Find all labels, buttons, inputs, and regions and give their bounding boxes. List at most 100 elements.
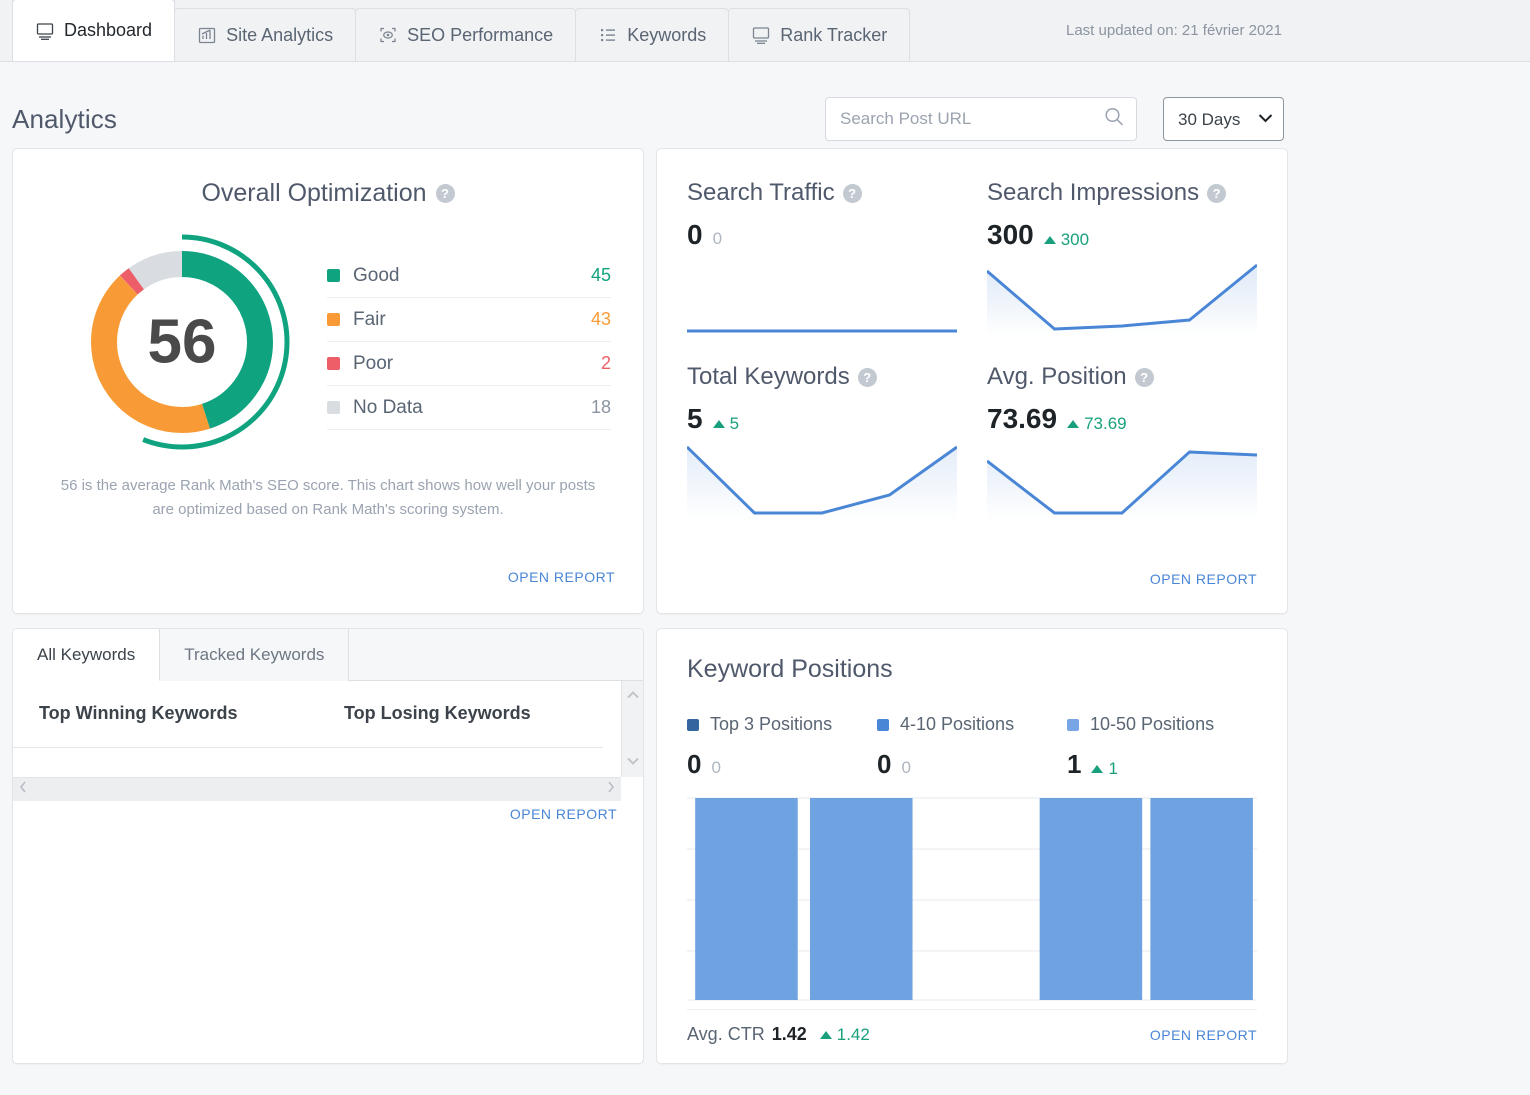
help-icon[interactable]: ? xyxy=(435,184,455,203)
legend-row-poor: Poor 2 xyxy=(327,342,611,386)
help-icon[interactable]: ? xyxy=(1207,183,1227,203)
sparkline-search-traffic xyxy=(687,259,957,337)
legend-4-10-positions: 4-10 Positions xyxy=(877,714,1067,735)
horizontal-scrollbar[interactable] xyxy=(13,777,621,801)
stat-numbers: 0 0 xyxy=(687,219,957,251)
avg-ctr-label: Avg. CTR xyxy=(687,1024,765,1044)
stat-label-wrap: Search Impressions ? xyxy=(987,179,1257,207)
legend-swatch-10-50 xyxy=(1067,718,1079,731)
help-icon[interactable]: ? xyxy=(857,367,877,387)
tab-dashboard[interactable]: Dashboard xyxy=(12,0,176,61)
last-updated-text: Last updated on: 21 février 2021 xyxy=(1066,22,1282,39)
keyword-positions-title: Keyword Positions xyxy=(687,655,893,683)
legend-row-fair: Fair 43 xyxy=(327,298,611,342)
optimization-donut-svg: 56 xyxy=(74,234,290,450)
search-stats-card: Search Traffic ? 0 0 Search Impressions … xyxy=(656,148,1288,614)
legend-swatch-poor xyxy=(327,357,340,370)
value-10-50-positions: 1 1 xyxy=(1067,749,1257,780)
stat-avg-position: Avg. Position ? 73.69 73.69 xyxy=(987,361,1257,521)
stats-grid: Search Traffic ? 0 0 Search Impressions … xyxy=(687,177,1257,521)
kp-value: 0 xyxy=(687,749,702,779)
stat-label-wrap: Avg. Position ? xyxy=(987,363,1257,391)
stat-numbers: 5 5 xyxy=(687,403,957,435)
legend-label: 10-50 Positions xyxy=(1090,714,1215,734)
open-report-link-optimization[interactable]: OPEN REPORT xyxy=(508,569,615,585)
tab-label: Keywords xyxy=(627,24,707,45)
legend-value: 43 xyxy=(590,309,611,329)
sparkline-search-impressions xyxy=(987,259,1257,337)
sparkline-total-keywords xyxy=(687,443,957,521)
chevron-up-icon[interactable] xyxy=(626,687,640,705)
keywords-card-footer: OPEN REPORT xyxy=(13,801,643,835)
avg-ctr-delta: 1.42 xyxy=(819,1025,870,1045)
caret-up-icon xyxy=(819,1030,832,1039)
stat-value: 0 xyxy=(687,219,703,250)
legend-label: Fair xyxy=(353,308,386,330)
search-input[interactable] xyxy=(825,97,1137,141)
legend-value: 2 xyxy=(600,353,611,373)
bar-5 xyxy=(1150,798,1253,1000)
keywords-table-header: Top Winning Keywords Top Losing Keywords xyxy=(13,681,643,724)
optimization-body: 56 Good 45 Fair 43 Poor 2 No Data 18 xyxy=(37,226,619,458)
legend-label: Top 3 Positions xyxy=(710,714,833,734)
stat-search-traffic: Search Traffic ? 0 0 xyxy=(687,177,957,337)
kp-delta: 0 xyxy=(901,758,911,777)
legend-top-3-positions: Top 3 Positions xyxy=(687,714,877,735)
stat-value: 73.69 xyxy=(987,403,1058,434)
legend-value: 18 xyxy=(590,397,611,417)
open-report-link-stats[interactable]: OPEN REPORT xyxy=(1150,571,1257,587)
legend-10-50-positions: 10-50 Positions xyxy=(1067,714,1257,735)
avg-ctr-value: 1.42 xyxy=(771,1024,807,1044)
bar-4 xyxy=(1039,798,1143,1000)
donut-chart: 56 xyxy=(37,226,327,458)
open-report-link-keyword-positions[interactable]: OPEN REPORT xyxy=(1150,1027,1257,1043)
legend-label: Poor xyxy=(353,352,394,374)
legend-row-good: Good 45 xyxy=(327,254,611,298)
stat-value: 5 xyxy=(687,403,703,434)
stat-search-impressions: Search Impressions ? 300 300 xyxy=(987,177,1257,337)
help-icon[interactable]: ? xyxy=(842,183,862,203)
tab-keywords[interactable]: Keywords xyxy=(575,8,730,61)
value-4-10-positions: 0 0 xyxy=(877,749,1067,780)
legend-swatch-top-3 xyxy=(687,718,699,731)
stat-delta: 300 xyxy=(1043,230,1090,250)
tab-label: SEO Performance xyxy=(407,24,554,45)
vertical-scrollbar[interactable] xyxy=(621,681,643,777)
tab-seo-performance[interactable]: SEO Performance xyxy=(355,8,577,61)
keywords-tab-bar: All Keywords Tracked Keywords xyxy=(13,629,643,681)
bar-2 xyxy=(810,798,913,1000)
tab-tracked-keywords[interactable]: Tracked Keywords xyxy=(160,629,350,681)
caret-up-icon xyxy=(712,420,725,428)
legend-swatch-good xyxy=(327,269,340,282)
optimization-legend: Good 45 Fair 43 Poor 2 No Data 18 xyxy=(327,254,611,458)
sparkline-avg-position xyxy=(987,443,1257,521)
monitor-icon xyxy=(751,25,771,45)
stat-total-keywords: Total Keywords ? 5 5 xyxy=(687,361,957,521)
period-select-wrap: 7 Days15 Days30 Days90 Days180 Days xyxy=(1163,97,1284,141)
chevron-left-icon[interactable] xyxy=(18,780,28,799)
optimization-score: 56 xyxy=(148,308,217,377)
stat-numbers: 300 300 xyxy=(987,219,1257,251)
chevron-down-icon[interactable] xyxy=(626,753,640,771)
period-select[interactable]: 7 Days15 Days30 Days90 Days180 Days xyxy=(1163,97,1284,141)
tab-site-analytics[interactable]: Site Analytics xyxy=(174,8,357,61)
tab-label: Site Analytics xyxy=(226,24,334,45)
bar-1 xyxy=(695,798,798,1000)
page-title: Analytics xyxy=(12,103,117,134)
keyword-positions-legend: Top 3 Positions 4-10 Positions 10-50 Pos… xyxy=(687,714,1257,735)
tab-all-keywords[interactable]: All Keywords xyxy=(13,629,161,681)
stat-delta-value: 300 xyxy=(1060,230,1090,249)
tab-label: Dashboard xyxy=(64,20,153,40)
overall-optimization-title: Overall Optimization xyxy=(201,179,427,207)
chevron-right-icon[interactable] xyxy=(606,780,616,799)
value-top-3-positions: 0 0 xyxy=(687,749,877,780)
keywords-table-card: All Keywords Tracked Keywords Top Winnin… xyxy=(12,628,644,1064)
open-report-link-keywords[interactable]: OPEN REPORT xyxy=(510,806,617,822)
tab-rank-tracker[interactable]: Rank Tracker xyxy=(728,8,911,61)
page-header: Analytics 7 Days15 Days30 Days90 Days180… xyxy=(0,62,1530,148)
stat-label-wrap: Search Traffic ? xyxy=(687,179,957,207)
bar-chart-icon xyxy=(197,25,217,45)
help-icon[interactable]: ? xyxy=(1134,367,1154,387)
list-icon xyxy=(598,25,618,45)
tab-label: Rank Tracker xyxy=(780,24,888,45)
